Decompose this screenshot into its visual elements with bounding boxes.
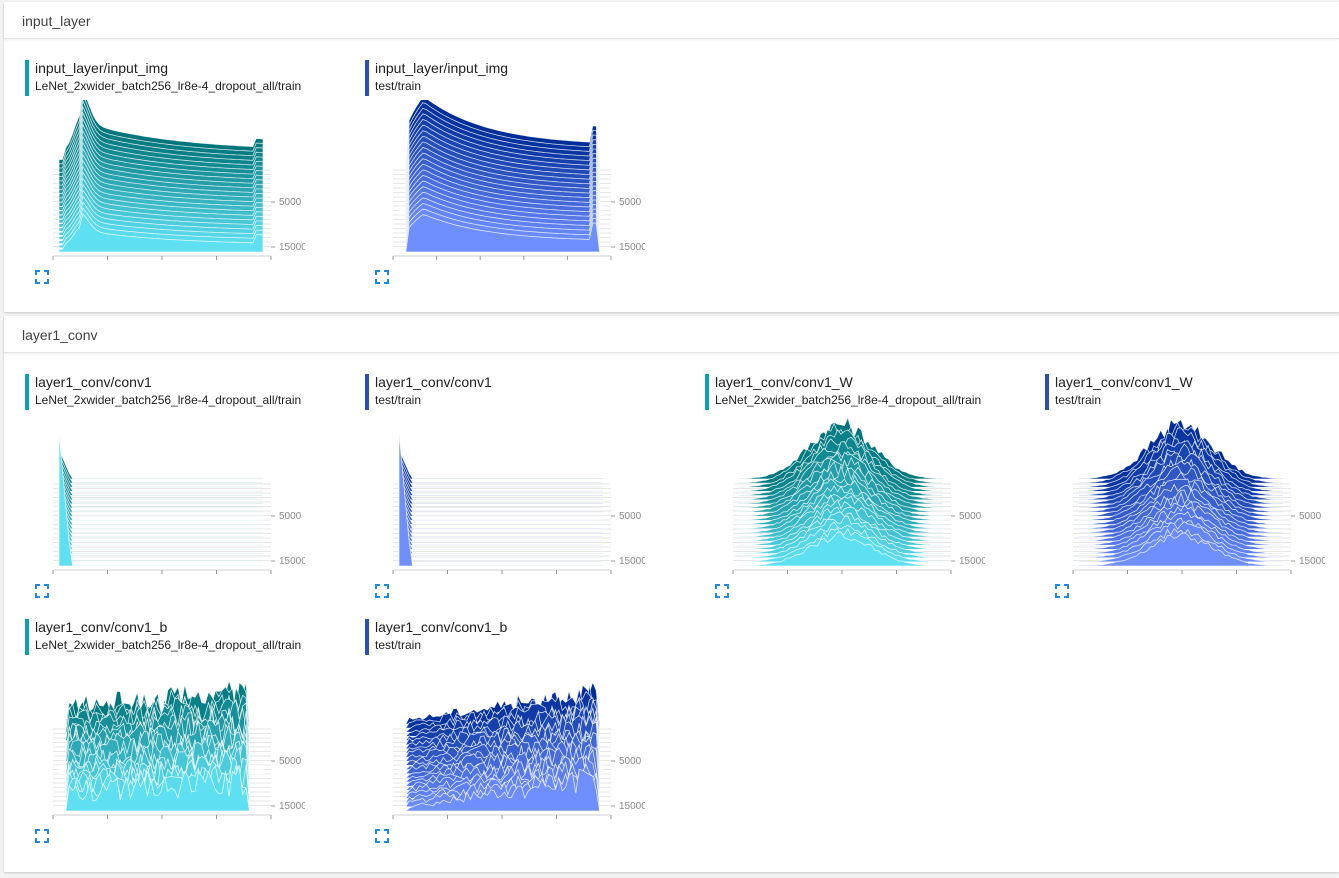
section-input-layer: input_layer input_layer/input_img LeNet_… (4, 2, 1339, 312)
card-tag: layer1_conv/conv1_W (1055, 374, 1193, 390)
histogram-chart: 5000150000.01.02.03.04.0 (52, 432, 305, 574)
card-tag: layer1_conv/conv1_b (35, 619, 168, 635)
card-run: LeNet_2xwider_batch256_lr8e-4_dropout_al… (35, 638, 302, 652)
section-header-input-layer[interactable]: input_layer (4, 2, 1339, 39)
card-title: layer1_conv/conv1_W test/train (1045, 374, 1193, 410)
card-title: layer1_conv/conv1 LeNet_2xwider_batch256… (25, 374, 301, 410)
histogram-chart: 5000150000.10.30.50.70.9 (52, 100, 305, 260)
y-tick-label: 5000 (279, 197, 302, 208)
y-tick-label: 15000 (279, 242, 305, 253)
y-tick-label: 15000 (619, 242, 645, 253)
histogram-chart: 500015000-0.5-0.3-0.10.10.30.5 (392, 100, 645, 260)
y-tick-label: 15000 (619, 801, 645, 812)
expand-icon[interactable] (375, 829, 389, 843)
histogram-card: layer1_conv/conv1 LeNet_2xwider_batch256… (5, 374, 305, 606)
card-title: layer1_conv/conv1 test/train (365, 374, 492, 410)
card-tag: input_layer/input_img (375, 60, 509, 76)
card-run: test/train (375, 393, 422, 407)
histogram-card: layer1_conv/conv1_b test/train 5000 15000… (345, 619, 645, 851)
card-title: input_layer/input_img test/train (365, 60, 508, 96)
card-tag: input_layer/input_img (35, 60, 169, 76)
expand-icon[interactable] (1055, 584, 1069, 598)
histogram-card: layer1_conv/conv1_W LeNet_2xwider_batch2… (685, 374, 985, 606)
y-tick-label: 5000 (1299, 511, 1322, 522)
card-tag: layer1_conv/conv1 (35, 374, 152, 390)
card-tag: layer1_conv/conv1 (375, 374, 492, 390)
y-tick-label: 5000 (279, 756, 302, 767)
card-run: LeNet_2xwider_batch256_lr8e-4_dropout_al… (35, 79, 302, 93)
y-tick-label: 15000 (279, 801, 305, 812)
card-title: layer1_conv/conv1_b LeNet_2xwider_batch2… (25, 619, 301, 655)
expand-icon[interactable] (375, 270, 389, 284)
y-tick-label: 15000 (619, 556, 645, 567)
y-tick-label: 15000 (1299, 556, 1325, 567)
section-layer1-conv: layer1_conv layer1_conv/conv1 LeNet_2xwi… (4, 316, 1339, 872)
histogram-card: layer1_conv/conv1_b LeNet_2xwider_batch2… (5, 619, 305, 851)
histogram-chart: 500015000-0.4-0.20.00.20.4 (732, 416, 985, 574)
y-tick-label: 5000 (619, 511, 642, 522)
expand-icon[interactable] (35, 584, 49, 598)
card-run: test/train (375, 638, 422, 652)
expand-icon[interactable] (375, 584, 389, 598)
y-tick-label: 5000 (619, 197, 642, 208)
histogram-card: input_layer/input_img LeNet_2xwider_batc… (5, 60, 305, 292)
section-header-layer1-conv[interactable]: layer1_conv (4, 316, 1339, 353)
histogram-chart: 500015000-0.4-0.20.00.20.4 (1072, 418, 1325, 574)
card-run: LeNet_2xwider_batch256_lr8e-4_dropout_al… (715, 393, 982, 407)
y-tick-label: 5000 (619, 756, 642, 767)
expand-icon[interactable] (715, 584, 729, 598)
histogram-card: input_layer/input_img test/train 5000 150… (345, 60, 645, 292)
histogram-chart: 500015000-0.06-0.020.020.060.10 (392, 680, 645, 819)
histogram-chart: 500015000-0.020.020.060.100.14 (52, 678, 305, 819)
expand-icon[interactable] (35, 270, 49, 284)
card-tag: layer1_conv/conv1_W (715, 374, 853, 390)
card-title: layer1_conv/conv1_W LeNet_2xwider_batch2… (705, 374, 981, 410)
histogram-card: layer1_conv/conv1_W test/train 5000 15000… (1025, 374, 1325, 606)
expand-icon[interactable] (35, 829, 49, 843)
card-run: test/train (1055, 393, 1102, 407)
card-title: layer1_conv/conv1_b test/train (365, 619, 507, 655)
histogram-card: layer1_conv/conv1 test/train 5000150000.… (345, 374, 645, 606)
y-tick-label: 15000 (279, 556, 305, 567)
y-tick-label: 15000 (959, 556, 985, 567)
card-run: test/train (375, 79, 422, 93)
histogram-chart: 5000150000.01.02.03.04.0 (392, 432, 645, 574)
card-run: LeNet_2xwider_batch256_lr8e-4_dropout_al… (35, 393, 302, 407)
card-tag: layer1_conv/conv1_b (375, 619, 508, 635)
y-tick-label: 5000 (279, 511, 302, 522)
y-tick-label: 5000 (959, 511, 982, 522)
card-title: input_layer/input_img LeNet_2xwider_batc… (25, 60, 301, 96)
